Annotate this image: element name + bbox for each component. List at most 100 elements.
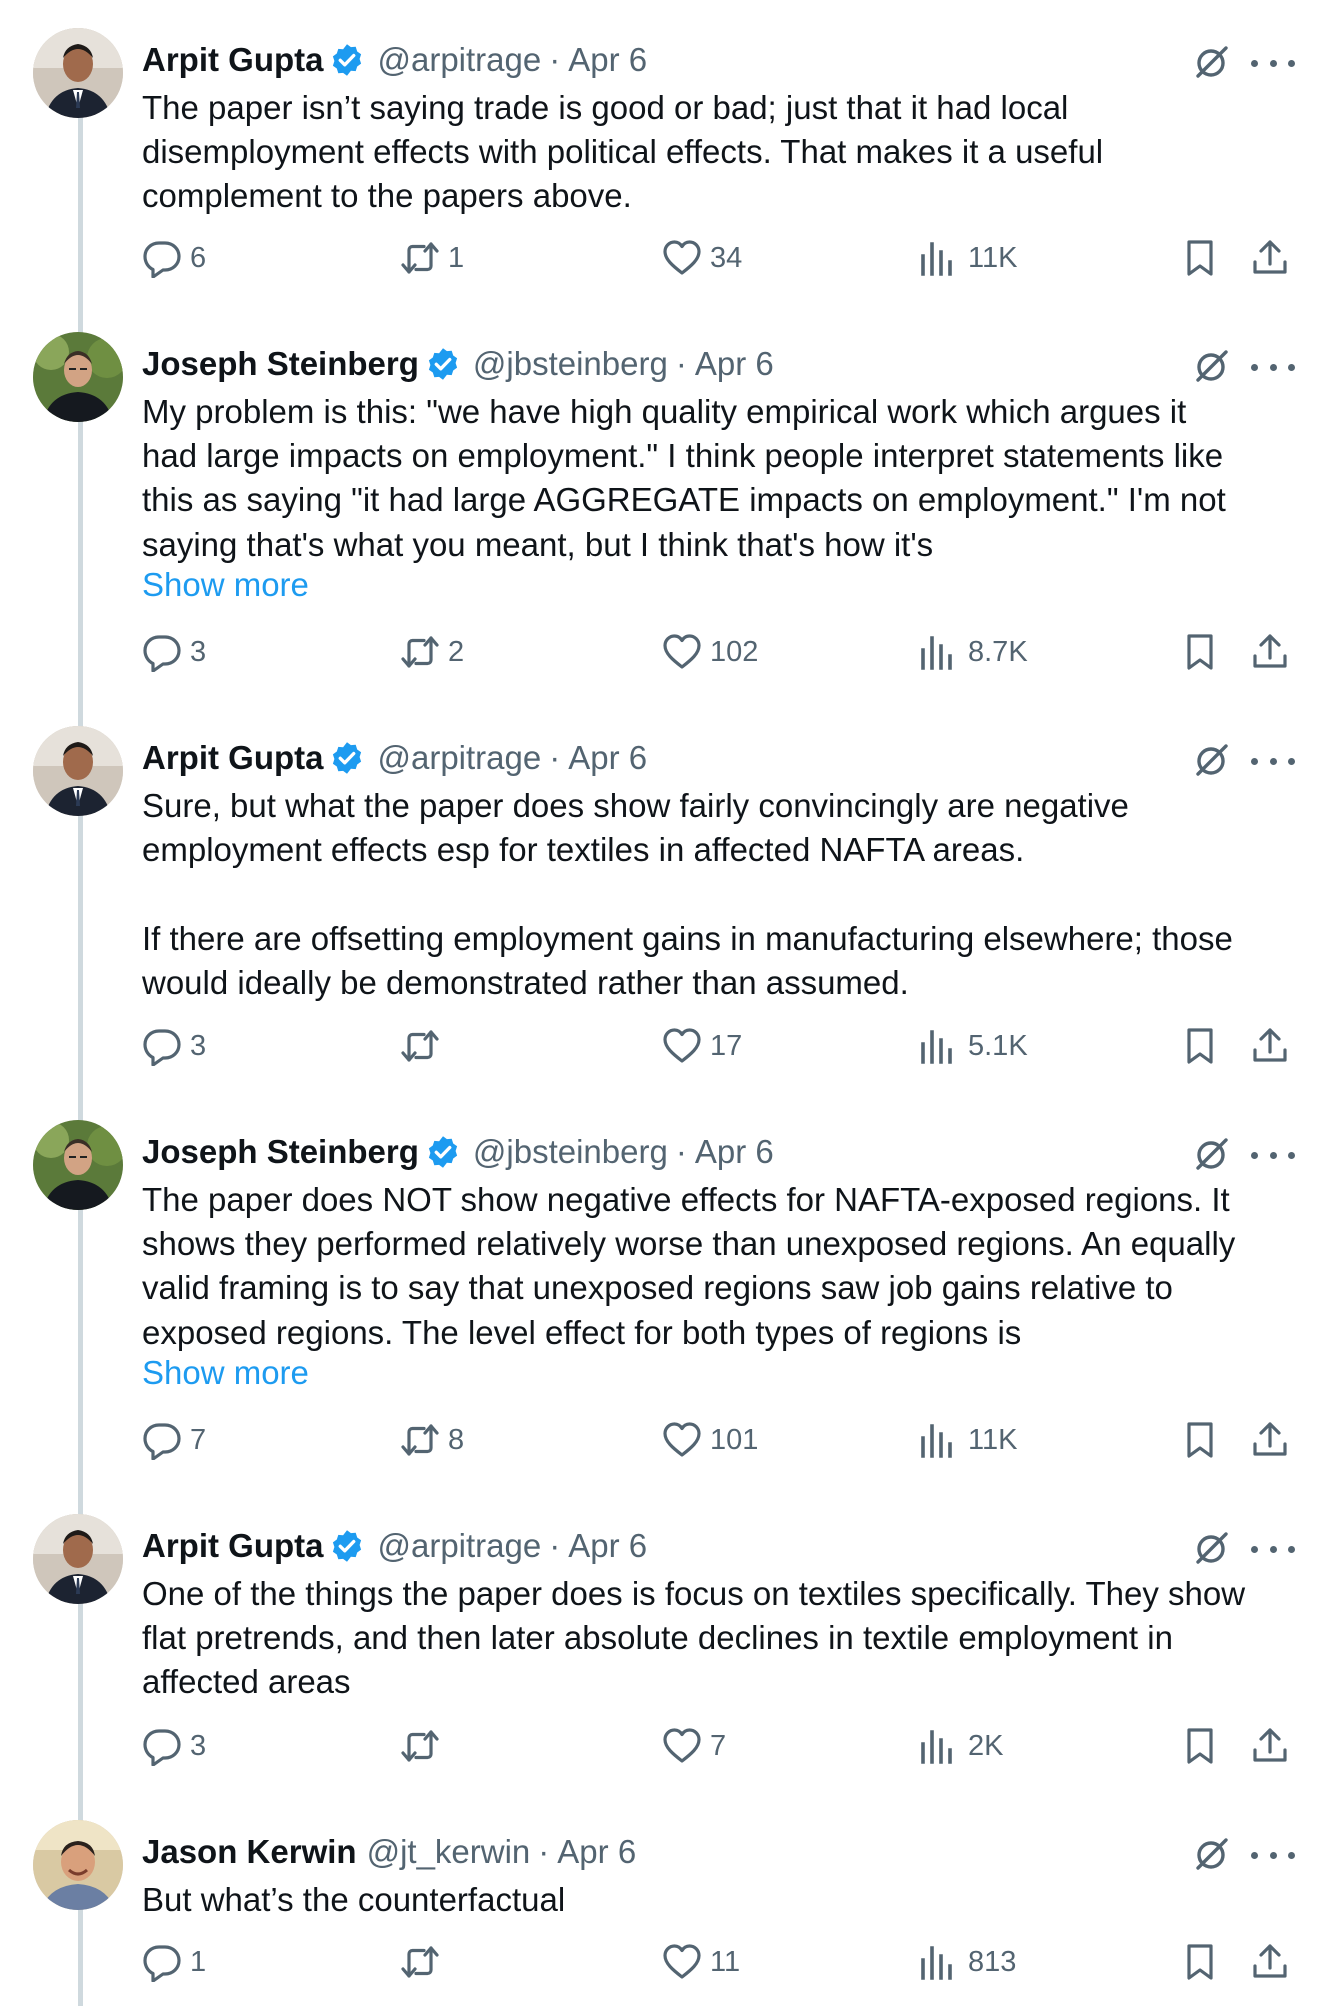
like-button[interactable]: 102 bbox=[662, 630, 758, 674]
like-button[interactable]: 34 bbox=[662, 236, 742, 280]
share-button[interactable] bbox=[1250, 1724, 1290, 1768]
author-name[interactable]: Arpit Gupta bbox=[142, 1527, 323, 1565]
author-name[interactable]: Arpit Gupta bbox=[142, 41, 323, 79]
like-count: 17 bbox=[710, 1029, 743, 1062]
tweet-date[interactable]: Apr 6 bbox=[568, 1527, 647, 1565]
author-handle[interactable]: @arpitrage bbox=[377, 739, 541, 777]
avatar[interactable] bbox=[33, 1820, 123, 1910]
reply-button[interactable]: 7 bbox=[142, 1418, 206, 1462]
grok-icon[interactable] bbox=[1192, 1834, 1232, 1874]
author-handle[interactable]: @arpitrage bbox=[377, 1527, 541, 1565]
heart-icon bbox=[663, 1422, 701, 1457]
views-button[interactable]: 5.1K bbox=[920, 1024, 1028, 1068]
reply-icon bbox=[143, 241, 181, 278]
share-icon bbox=[1253, 1728, 1287, 1762]
retweet-icon bbox=[401, 1030, 439, 1062]
like-button[interactable]: 101 bbox=[662, 1418, 758, 1462]
view-count: 2K bbox=[968, 1729, 1004, 1762]
more-dots-icon[interactable] bbox=[1251, 1835, 1295, 1875]
share-button[interactable] bbox=[1250, 1418, 1290, 1462]
retweet-icon bbox=[401, 1730, 439, 1762]
share-button[interactable] bbox=[1250, 630, 1290, 674]
reply-icon bbox=[143, 1945, 181, 1982]
more-dots-icon[interactable] bbox=[1251, 43, 1295, 83]
bookmark-icon bbox=[1187, 1028, 1213, 1064]
like-button[interactable]: 11 bbox=[662, 1940, 740, 1984]
avatar[interactable] bbox=[33, 1120, 123, 1210]
retweet-button[interactable]: 8 bbox=[400, 1418, 464, 1462]
views-button[interactable]: 8.7K bbox=[920, 630, 1028, 674]
author-handle[interactable]: @arpitrage bbox=[377, 41, 541, 79]
views-button[interactable]: 813 bbox=[920, 1940, 1016, 1984]
more-dots-icon[interactable] bbox=[1251, 347, 1295, 387]
reply-button[interactable]: 3 bbox=[142, 1024, 206, 1068]
verified-badge-icon[interactable] bbox=[425, 1134, 461, 1170]
heart-icon bbox=[663, 1028, 701, 1063]
reply-button[interactable]: 3 bbox=[142, 630, 206, 674]
tweet-date[interactable]: Apr 6 bbox=[568, 739, 647, 777]
bookmark-button[interactable] bbox=[1180, 1024, 1220, 1068]
share-button[interactable] bbox=[1250, 1940, 1290, 1984]
grok-icon[interactable] bbox=[1192, 346, 1232, 386]
retweet-button[interactable] bbox=[400, 1024, 448, 1068]
verified-badge-icon[interactable] bbox=[329, 42, 365, 78]
tweet-text: But what’s the counterfactual bbox=[142, 1881, 566, 1918]
reply-button[interactable]: 3 bbox=[142, 1724, 206, 1768]
retweet-button[interactable]: 2 bbox=[400, 630, 464, 674]
avatar[interactable] bbox=[33, 332, 123, 422]
share-button[interactable] bbox=[1250, 236, 1290, 280]
reply-count: 3 bbox=[190, 1729, 207, 1762]
avatar[interactable] bbox=[33, 726, 123, 816]
retweet-button[interactable] bbox=[400, 1940, 448, 1984]
views-button[interactable]: 2K bbox=[920, 1724, 1003, 1768]
grok-icon[interactable] bbox=[1192, 740, 1232, 780]
share-icon bbox=[1253, 1422, 1287, 1456]
show-more-link[interactable]: Show more bbox=[142, 566, 309, 604]
retweet-count: 2 bbox=[448, 635, 465, 668]
verified-badge-icon[interactable] bbox=[425, 346, 461, 382]
more-dots-icon[interactable] bbox=[1251, 741, 1295, 781]
author-handle[interactable]: @jt_kerwin bbox=[367, 1833, 531, 1871]
bookmark-icon bbox=[1187, 1422, 1213, 1458]
show-more-link[interactable]: Show more bbox=[142, 1354, 309, 1392]
retweet-button[interactable]: 1 bbox=[400, 236, 464, 280]
verified-badge-icon[interactable] bbox=[329, 740, 365, 776]
bookmark-button[interactable] bbox=[1180, 630, 1220, 674]
more-dots-icon[interactable] bbox=[1251, 1135, 1295, 1175]
author-name[interactable]: Joseph Steinberg bbox=[142, 345, 419, 383]
grok-icon[interactable] bbox=[1192, 1528, 1232, 1568]
more-dots-icon[interactable] bbox=[1251, 1529, 1295, 1569]
author-handle[interactable]: @jbsteinberg bbox=[473, 345, 668, 383]
author-handle[interactable]: @jbsteinberg bbox=[473, 1133, 668, 1171]
verified-badge-icon[interactable] bbox=[329, 1528, 365, 1564]
share-icon bbox=[1253, 1028, 1287, 1062]
bookmark-button[interactable] bbox=[1180, 1940, 1220, 1984]
author-name[interactable]: Joseph Steinberg bbox=[142, 1133, 419, 1171]
views-chart-icon bbox=[921, 242, 952, 276]
bookmark-button[interactable] bbox=[1180, 1724, 1220, 1768]
tweet-date[interactable]: Apr 6 bbox=[557, 1833, 636, 1871]
like-button[interactable]: 17 bbox=[662, 1024, 742, 1068]
author-name[interactable]: Jason Kerwin bbox=[142, 1833, 357, 1871]
avatar[interactable] bbox=[33, 28, 123, 118]
author-name[interactable]: Arpit Gupta bbox=[142, 739, 323, 777]
reply-button[interactable]: 6 bbox=[142, 236, 206, 280]
share-icon bbox=[1253, 1944, 1287, 1978]
tweet-date[interactable]: Apr 6 bbox=[695, 1133, 774, 1171]
tweet-date[interactable]: Apr 6 bbox=[695, 345, 774, 383]
share-button[interactable] bbox=[1250, 1024, 1290, 1068]
views-button[interactable]: 11K bbox=[920, 1418, 1017, 1462]
like-button[interactable]: 7 bbox=[662, 1724, 726, 1768]
views-button[interactable]: 11K bbox=[920, 236, 1017, 280]
tweet-date[interactable]: Apr 6 bbox=[568, 41, 647, 79]
avatar[interactable] bbox=[33, 1514, 123, 1604]
reply-button[interactable]: 1 bbox=[142, 1940, 206, 1984]
grok-icon[interactable] bbox=[1192, 42, 1232, 82]
views-chart-icon bbox=[921, 1730, 952, 1764]
tweet-text: The paper does NOT show negative effects… bbox=[142, 1181, 1236, 1351]
bookmark-button[interactable] bbox=[1180, 236, 1220, 280]
bookmark-button[interactable] bbox=[1180, 1418, 1220, 1462]
grok-icon[interactable] bbox=[1192, 1134, 1232, 1174]
retweet-button[interactable] bbox=[400, 1724, 448, 1768]
separator-dot: · bbox=[549, 739, 561, 776]
